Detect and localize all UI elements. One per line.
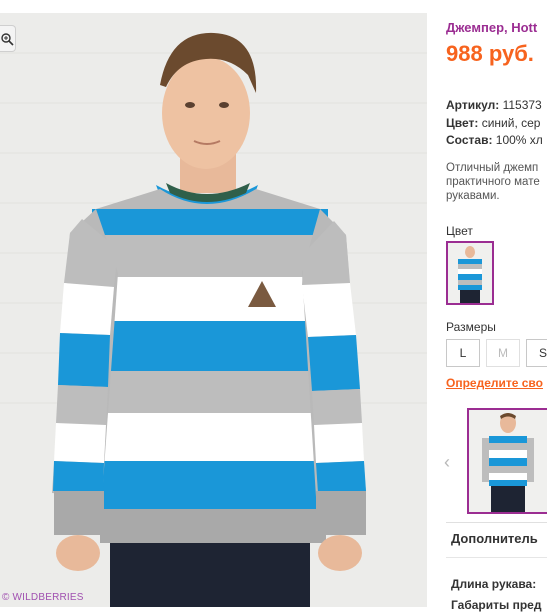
description-line: рукавами.	[446, 190, 500, 202]
swatch-thumbnail	[448, 243, 492, 303]
spec-color: Цвет: синий, сер	[446, 116, 540, 130]
spec-label: Состав:	[446, 133, 493, 147]
spec-composition: Состав: 100% хл	[446, 133, 543, 147]
detail-row-dimensions: Габариты пред	[451, 598, 542, 612]
detail-row-sleeve: Длина рукава:	[451, 577, 537, 591]
size-guide-link[interactable]: Определите сво	[446, 376, 543, 390]
color-swatch[interactable]	[446, 241, 494, 305]
spec-value: синий, сер	[481, 116, 541, 130]
spec-label: Артикул:	[446, 98, 500, 112]
color-label: Цвет	[446, 224, 473, 238]
description-line: практичного мате	[446, 176, 540, 188]
thumbnail-image	[469, 410, 547, 512]
spec-article: Артикул: 115373	[446, 98, 542, 112]
model-illustration	[0, 13, 427, 607]
description-line: Отличный джемп	[446, 162, 539, 174]
watermark: © WILDBERRIES	[2, 592, 84, 603]
divider	[446, 557, 547, 558]
size-option-s[interactable]: S	[526, 339, 547, 367]
chevron-left-icon[interactable]: ‹	[444, 452, 456, 472]
thumbnail-item[interactable]	[467, 408, 547, 514]
zoom-button[interactable]	[0, 25, 16, 52]
spec-label: Цвет:	[446, 116, 479, 130]
product-title: Джемпер, Ноtt	[446, 20, 538, 35]
sizes-label: Размеры	[446, 320, 496, 334]
divider	[446, 522, 547, 523]
size-option-m[interactable]: M	[486, 339, 520, 367]
magnifier-icon	[1, 33, 14, 46]
size-option-l[interactable]: L	[446, 339, 480, 367]
spec-value: 100% хл	[495, 133, 543, 147]
spec-value: 115373	[502, 98, 542, 112]
product-price: 988 руб.	[446, 41, 534, 66]
details-heading: Дополнитель	[451, 531, 538, 546]
product-photo[interactable]: © WILDBERRIES	[0, 13, 427, 607]
